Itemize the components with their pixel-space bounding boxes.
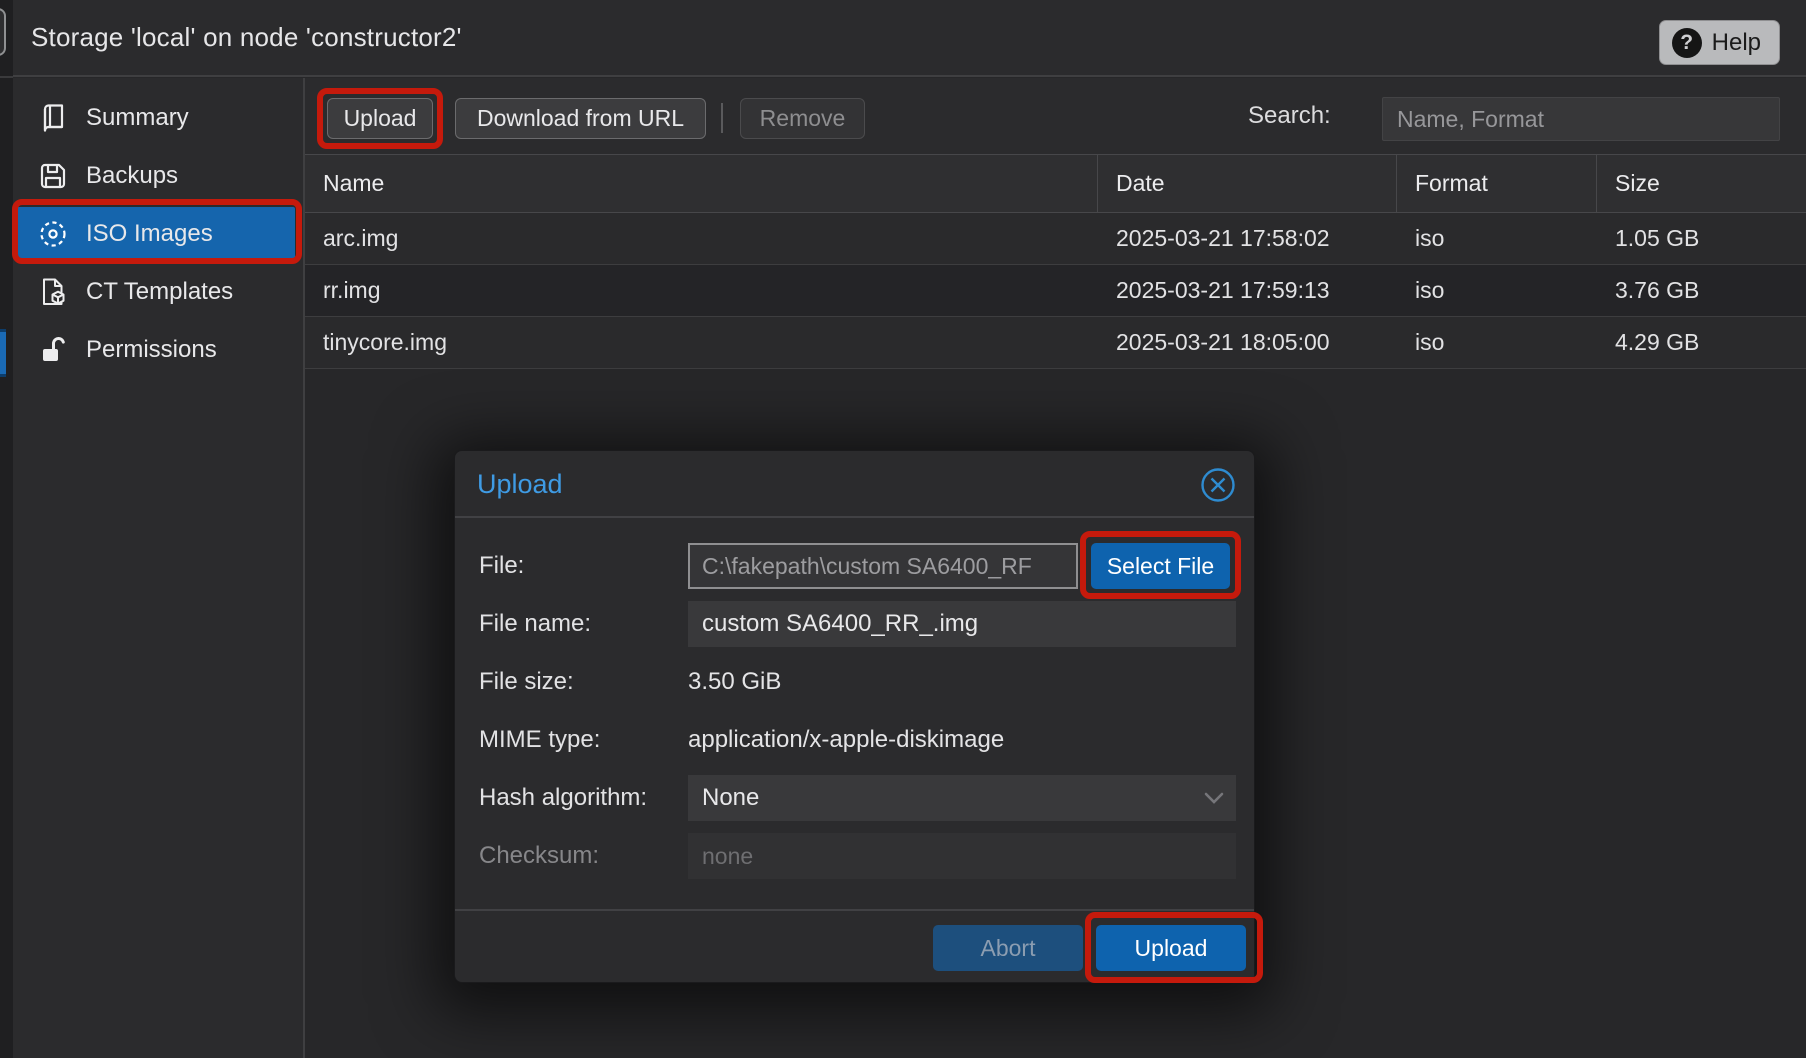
column-header-format[interactable]: Format xyxy=(1397,155,1597,212)
cell-format: iso xyxy=(1397,213,1597,264)
cell-name: tinycore.img xyxy=(305,317,1098,368)
file-size-row: File size: 3.50 GiB xyxy=(455,659,1254,705)
table-row[interactable]: arc.img 2025-03-21 17:58:02 iso 1.05 GB xyxy=(305,213,1806,265)
column-header-date[interactable]: Date xyxy=(1098,155,1397,212)
select-file-button[interactable]: Select File xyxy=(1091,543,1230,589)
hash-algorithm-select[interactable]: None xyxy=(688,775,1236,821)
table-header-row: Name Date Format Size xyxy=(305,154,1806,213)
cell-size: 4.29 GB xyxy=(1597,317,1806,368)
cell-name: arc.img xyxy=(305,213,1098,264)
cell-date: 2025-03-21 17:59:13 xyxy=(1098,265,1397,316)
file-row: File: C:\fakepath\custom SA6400_RF Selec… xyxy=(455,543,1254,589)
help-icon: ? xyxy=(1672,28,1702,58)
unlock-icon xyxy=(36,333,70,367)
sidebar-item-label: Backups xyxy=(86,162,178,190)
disc-icon xyxy=(36,217,70,251)
column-header-name[interactable]: Name xyxy=(305,155,1098,212)
close-icon[interactable] xyxy=(1200,467,1236,503)
tree-selection-edge xyxy=(0,329,6,377)
upload-dialog-titlebar: Upload xyxy=(455,451,1254,518)
file-label: File: xyxy=(479,543,524,589)
checksum-input xyxy=(688,833,1236,879)
toolbar: Upload Download from URL Remove Search: xyxy=(305,78,1806,154)
left-panel-edge xyxy=(0,0,13,1058)
toolbar-separator xyxy=(721,103,723,133)
column-header-size[interactable]: Size xyxy=(1597,155,1806,212)
table-row[interactable]: rr.img 2025-03-21 17:59:13 iso 3.76 GB xyxy=(305,265,1806,317)
window-header: Storage 'local' on node 'constructor2' ?… xyxy=(13,0,1806,77)
checksum-label: Checksum: xyxy=(479,833,599,879)
upload-button[interactable]: Upload xyxy=(327,98,433,139)
proxmox-storage-window: Storage 'local' on node 'constructor2' ?… xyxy=(0,0,1806,1058)
collapsed-panel-handle[interactable] xyxy=(0,8,6,56)
file-size-label: File size: xyxy=(479,659,574,705)
search-input[interactable] xyxy=(1382,97,1780,141)
sidebar-item-permissions[interactable]: Permissions xyxy=(16,323,295,376)
hash-algorithm-row: Hash algorithm: None xyxy=(455,775,1254,821)
file-cube-icon xyxy=(36,275,70,309)
help-button[interactable]: ? Help xyxy=(1659,20,1780,65)
cell-format: iso xyxy=(1397,265,1597,316)
hash-algorithm-label: Hash algorithm: xyxy=(479,775,647,821)
hash-algorithm-value: None xyxy=(702,784,759,812)
chevron-down-icon xyxy=(1202,787,1226,809)
divider xyxy=(0,76,13,78)
cell-format: iso xyxy=(1397,317,1597,368)
remove-button[interactable]: Remove xyxy=(740,98,865,139)
sidebar-item-label: ISO Images xyxy=(86,220,213,248)
checksum-row: Checksum: xyxy=(455,833,1254,879)
sidebar-item-label: Summary xyxy=(86,104,189,132)
upload-dialog: Upload File: C:\fakepath\custom SA6400_R… xyxy=(454,450,1255,983)
storage-sidebar: Summary Backups ISO Images xyxy=(13,78,305,1058)
iso-table: Name Date Format Size arc.img 2025-03-21… xyxy=(305,154,1806,369)
floppy-disk-icon xyxy=(36,159,70,193)
cell-size: 3.76 GB xyxy=(1597,265,1806,316)
sidebar-item-label: Permissions xyxy=(86,336,217,364)
cell-name: rr.img xyxy=(305,265,1098,316)
dialog-footer-divider xyxy=(455,909,1254,911)
cell-size: 1.05 GB xyxy=(1597,213,1806,264)
sidebar-item-ct-templates[interactable]: CT Templates xyxy=(16,265,295,318)
file-path-input: C:\fakepath\custom SA6400_RF xyxy=(688,543,1078,589)
dialog-upload-button[interactable]: Upload xyxy=(1096,925,1246,971)
sidebar-item-backups[interactable]: Backups xyxy=(16,149,295,202)
download-from-url-button[interactable]: Download from URL xyxy=(455,98,706,139)
sidebar-item-label: CT Templates xyxy=(86,278,233,306)
file-name-input[interactable] xyxy=(688,601,1236,647)
book-icon xyxy=(36,101,70,135)
cell-date: 2025-03-21 17:58:02 xyxy=(1098,213,1397,264)
help-button-label: Help xyxy=(1712,29,1761,57)
file-size-value: 3.50 GiB xyxy=(688,659,781,705)
page-title: Storage 'local' on node 'constructor2' xyxy=(31,22,462,53)
file-name-label: File name: xyxy=(479,601,591,647)
mime-type-label: MIME type: xyxy=(479,717,600,763)
mime-type-value: application/x-apple-diskimage xyxy=(688,717,1004,763)
search-label: Search: xyxy=(1248,78,1331,154)
sidebar-item-summary[interactable]: Summary xyxy=(16,91,295,144)
file-name-row: File name: xyxy=(455,601,1254,647)
abort-button[interactable]: Abort xyxy=(933,925,1083,971)
upload-dialog-title: Upload xyxy=(477,451,563,518)
mime-type-row: MIME type: application/x-apple-diskimage xyxy=(455,717,1254,763)
sidebar-item-iso-images[interactable]: ISO Images xyxy=(16,207,295,260)
table-row[interactable]: tinycore.img 2025-03-21 18:05:00 iso 4.2… xyxy=(305,317,1806,369)
cell-date: 2025-03-21 18:05:00 xyxy=(1098,317,1397,368)
